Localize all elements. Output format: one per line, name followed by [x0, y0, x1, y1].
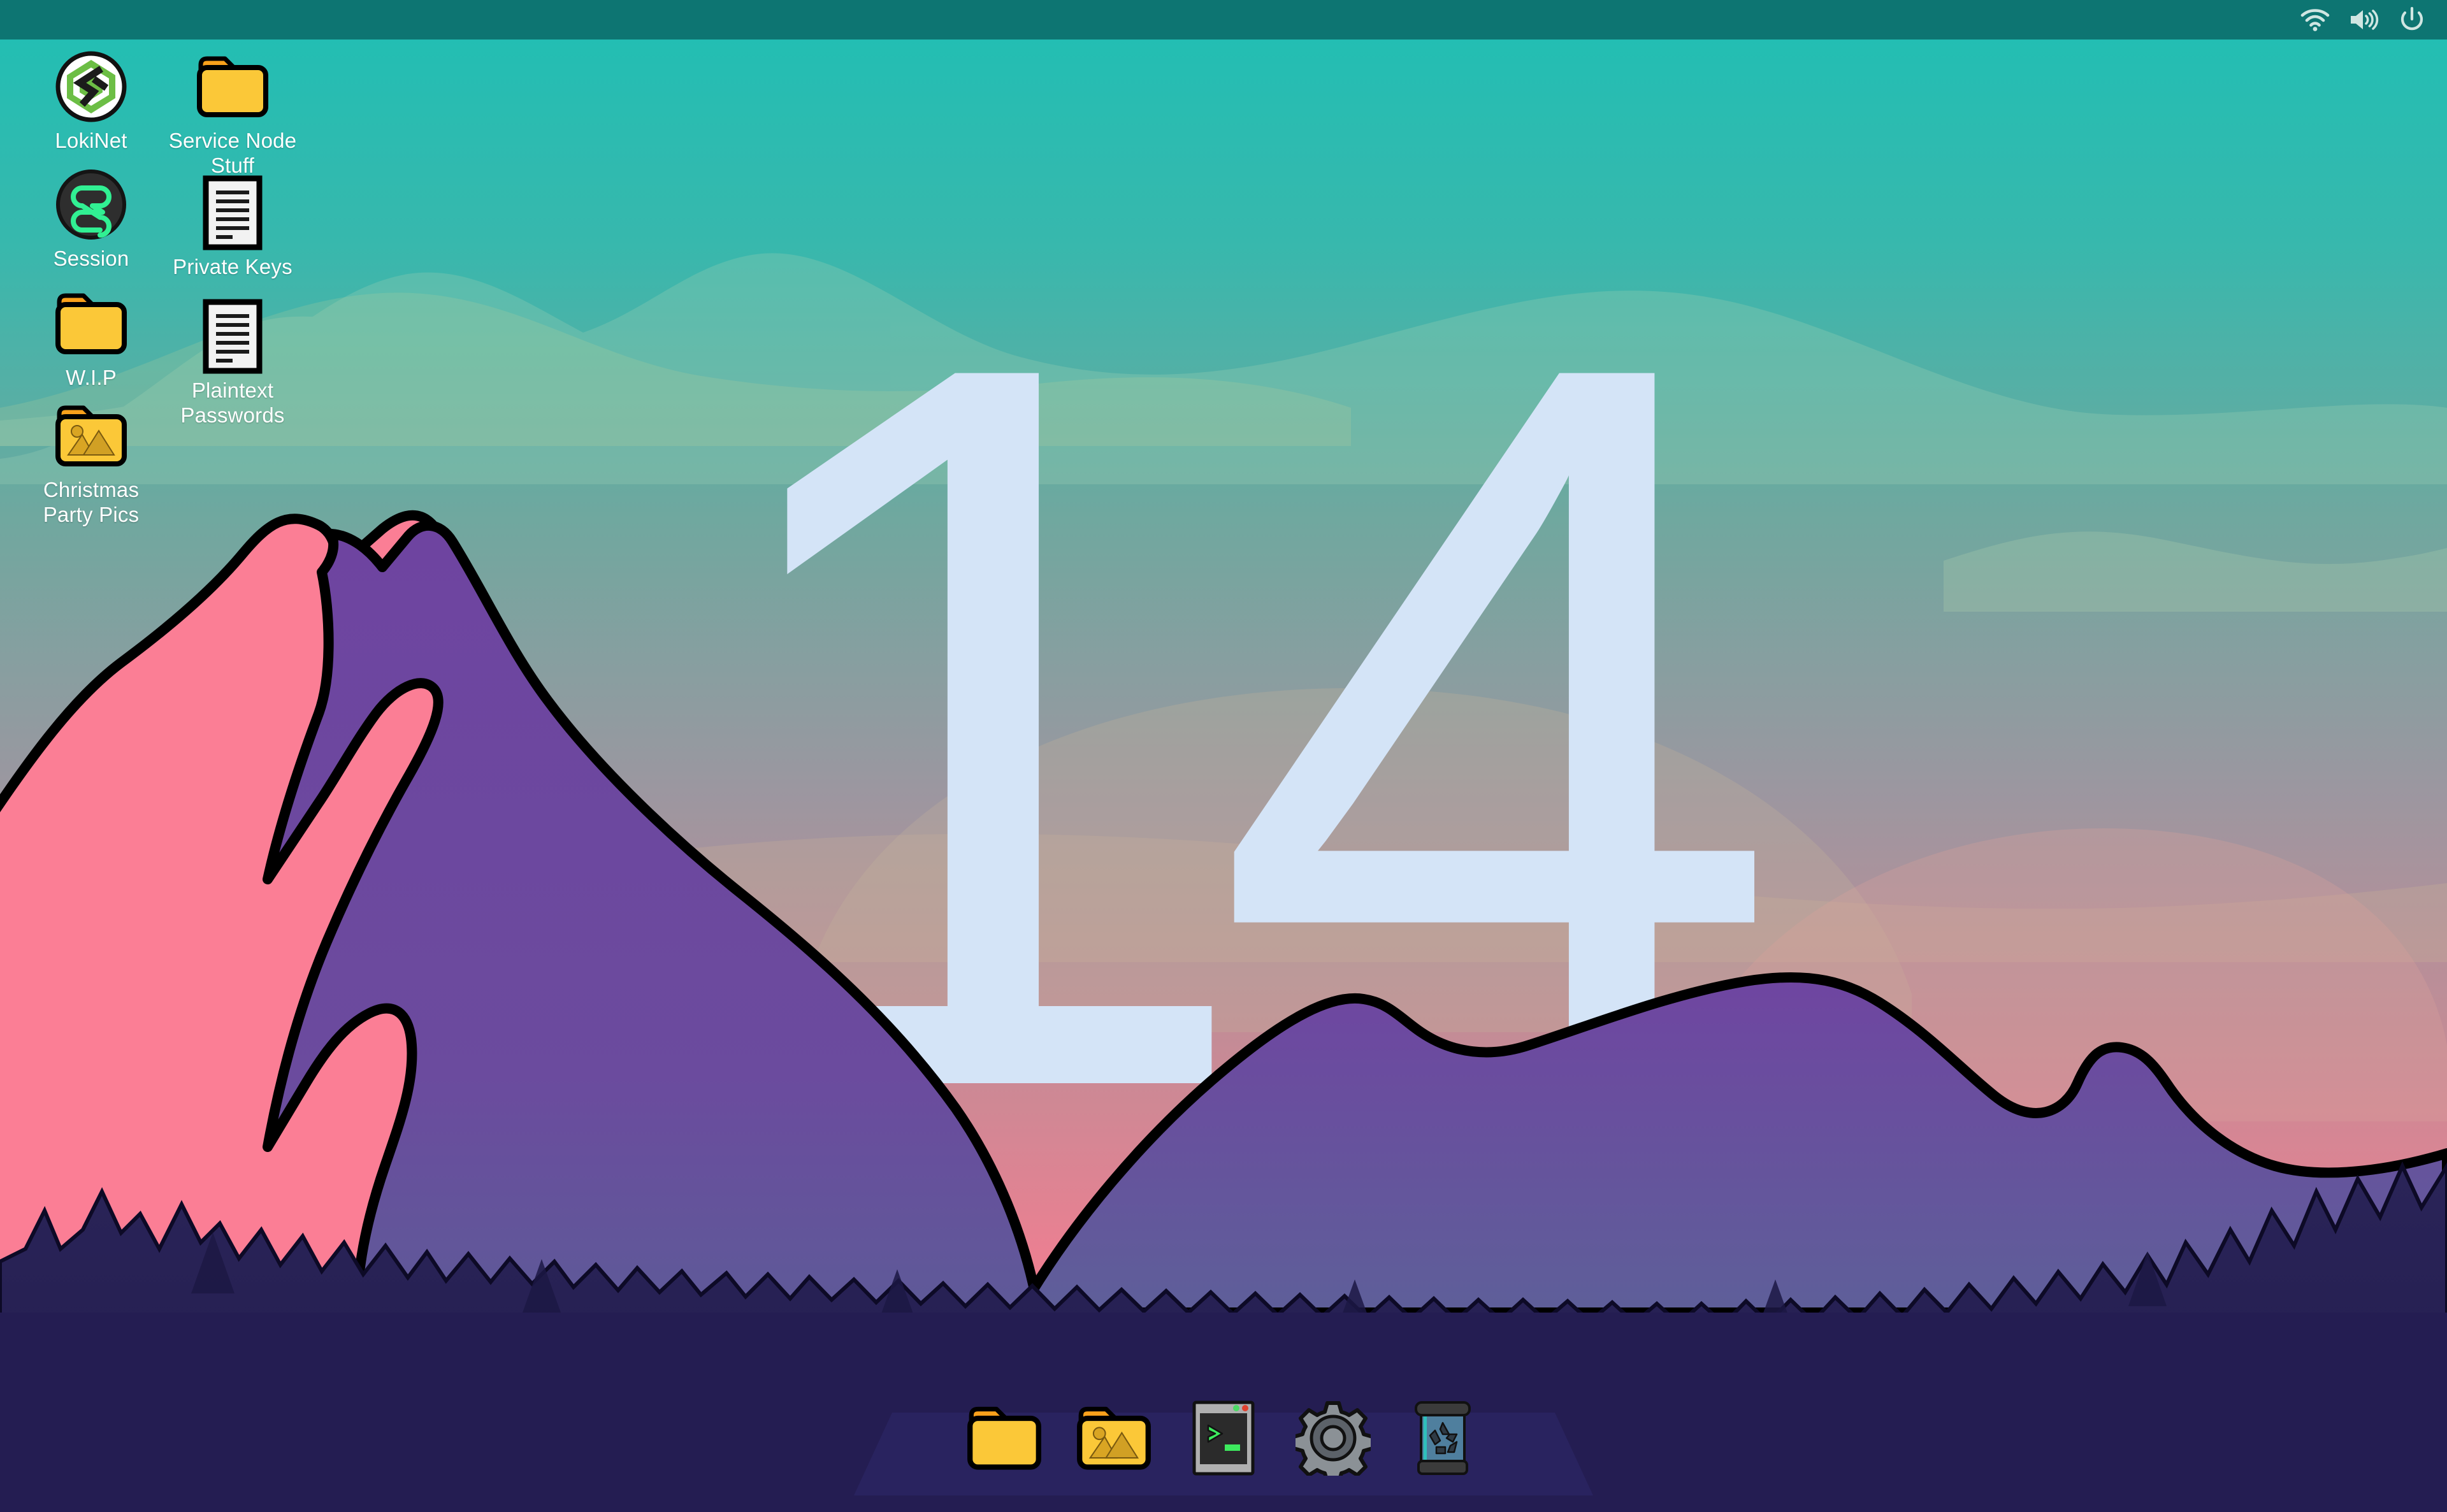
terminal-icon	[1192, 1400, 1255, 1476]
recycle-bin-icon	[1415, 1401, 1471, 1475]
desktop-icon-wip[interactable]: W.I.P	[18, 287, 164, 391]
wifi-icon[interactable]	[2298, 3, 2332, 37]
desktop-icon-label: Session	[53, 247, 129, 270]
desktop-icon-label: LokiNet	[55, 129, 127, 152]
dock-item-trash[interactable]: Trash	[1404, 1400, 1481, 1476]
dock-item-files[interactable]: Files	[966, 1400, 1043, 1476]
lokinet-icon	[54, 50, 128, 124]
folder-pictures-icon	[54, 399, 128, 473]
desktop-screen: 1 4 LokiNet Session W.I.P Christmas Part…	[0, 0, 2447, 1512]
desktop-icon-label: Plaintext Passwords	[180, 378, 285, 427]
gear-icon	[1296, 1401, 1371, 1476]
volume-icon[interactable]	[2346, 3, 2381, 37]
session-icon	[54, 168, 128, 241]
desktop-icon-label: Christmas Party Pics	[43, 478, 140, 526]
desktop-icon-label: Service Node Stuff	[168, 129, 297, 177]
dock-item-terminal[interactable]: Terminal	[1185, 1400, 1262, 1476]
wallpaper: 1 4	[0, 0, 2447, 1512]
desktop-icon-label: W.I.P	[66, 366, 117, 389]
dock: Files Pictures Terminal	[941, 1400, 1506, 1476]
document-icon	[196, 175, 270, 250]
folder-icon	[967, 1406, 1041, 1470]
desktop-icon-plaintext-passwords[interactable]: Plaintext Passwords	[159, 299, 306, 428]
folder-pictures-icon	[1077, 1406, 1151, 1470]
dock-item-settings[interactable]: Settings	[1295, 1400, 1371, 1476]
desktop-icon-christmas-party-pics[interactable]: Christmas Party Pics	[18, 399, 164, 528]
desktop-icon-private-keys[interactable]: Private Keys	[159, 175, 306, 280]
desktop-icon-session[interactable]: Session	[18, 168, 164, 271]
dock-item-pictures[interactable]: Pictures	[1076, 1400, 1152, 1476]
power-icon[interactable]	[2395, 3, 2429, 37]
desktop-icon-label: Private Keys	[173, 255, 292, 278]
document-icon	[196, 299, 270, 374]
top-system-bar	[0, 0, 2447, 40]
folder-icon	[54, 287, 128, 361]
desktop-icon-service-node-stuff[interactable]: Service Node Stuff	[159, 50, 306, 178]
desktop-icon-lokinet[interactable]: LokiNet	[18, 50, 164, 154]
folder-icon	[196, 50, 270, 124]
